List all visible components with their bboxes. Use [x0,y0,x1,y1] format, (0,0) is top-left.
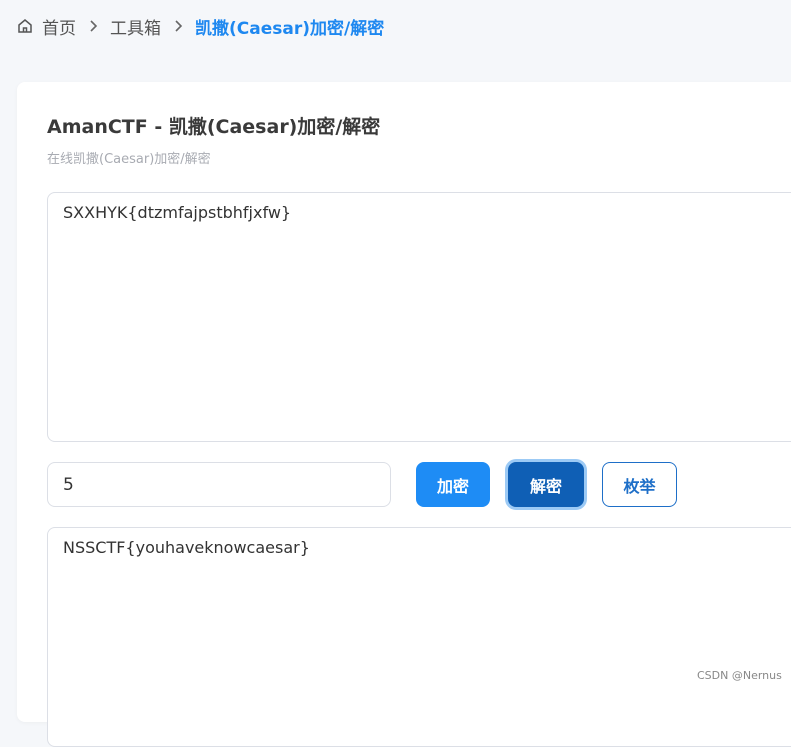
home-icon[interactable] [16,17,34,35]
decrypt-button[interactable]: 解密 [508,462,584,507]
breadcrumb-home-link[interactable]: 首页 [42,14,76,39]
caesar-tool-card: AmanCTF - 凯撒(Caesar)加密/解密 在线凯撒(Caesar)加密… [17,82,791,747]
encrypt-button[interactable]: 加密 [416,462,490,507]
plaintext-input[interactable]: SXXHYK{dtzmfajpstbhfjxfw} [47,192,791,442]
result-output[interactable]: NSSCTF{youhaveknowcaesar} [47,527,791,747]
page-subtitle: 在线凯撒(Caesar)加密/解密 [47,152,211,167]
watermark: CSDN @Nernus [697,669,782,682]
enumerate-button[interactable]: 枚举 [602,462,677,507]
breadcrumb-toolbox-link[interactable]: 工具箱 [110,14,161,39]
breadcrumb-current: 凯撒(Caesar)加密/解密 [195,18,385,39]
shift-key-input[interactable]: 5 [47,462,391,507]
page-title: AmanCTF - 凯撒(Caesar)加密/解密 [47,116,381,138]
breadcrumb: 首页 工具箱 凯撒(Caesar)加密/解密 [16,14,385,39]
chevron-right-icon [171,19,185,33]
chevron-right-icon [86,19,100,33]
